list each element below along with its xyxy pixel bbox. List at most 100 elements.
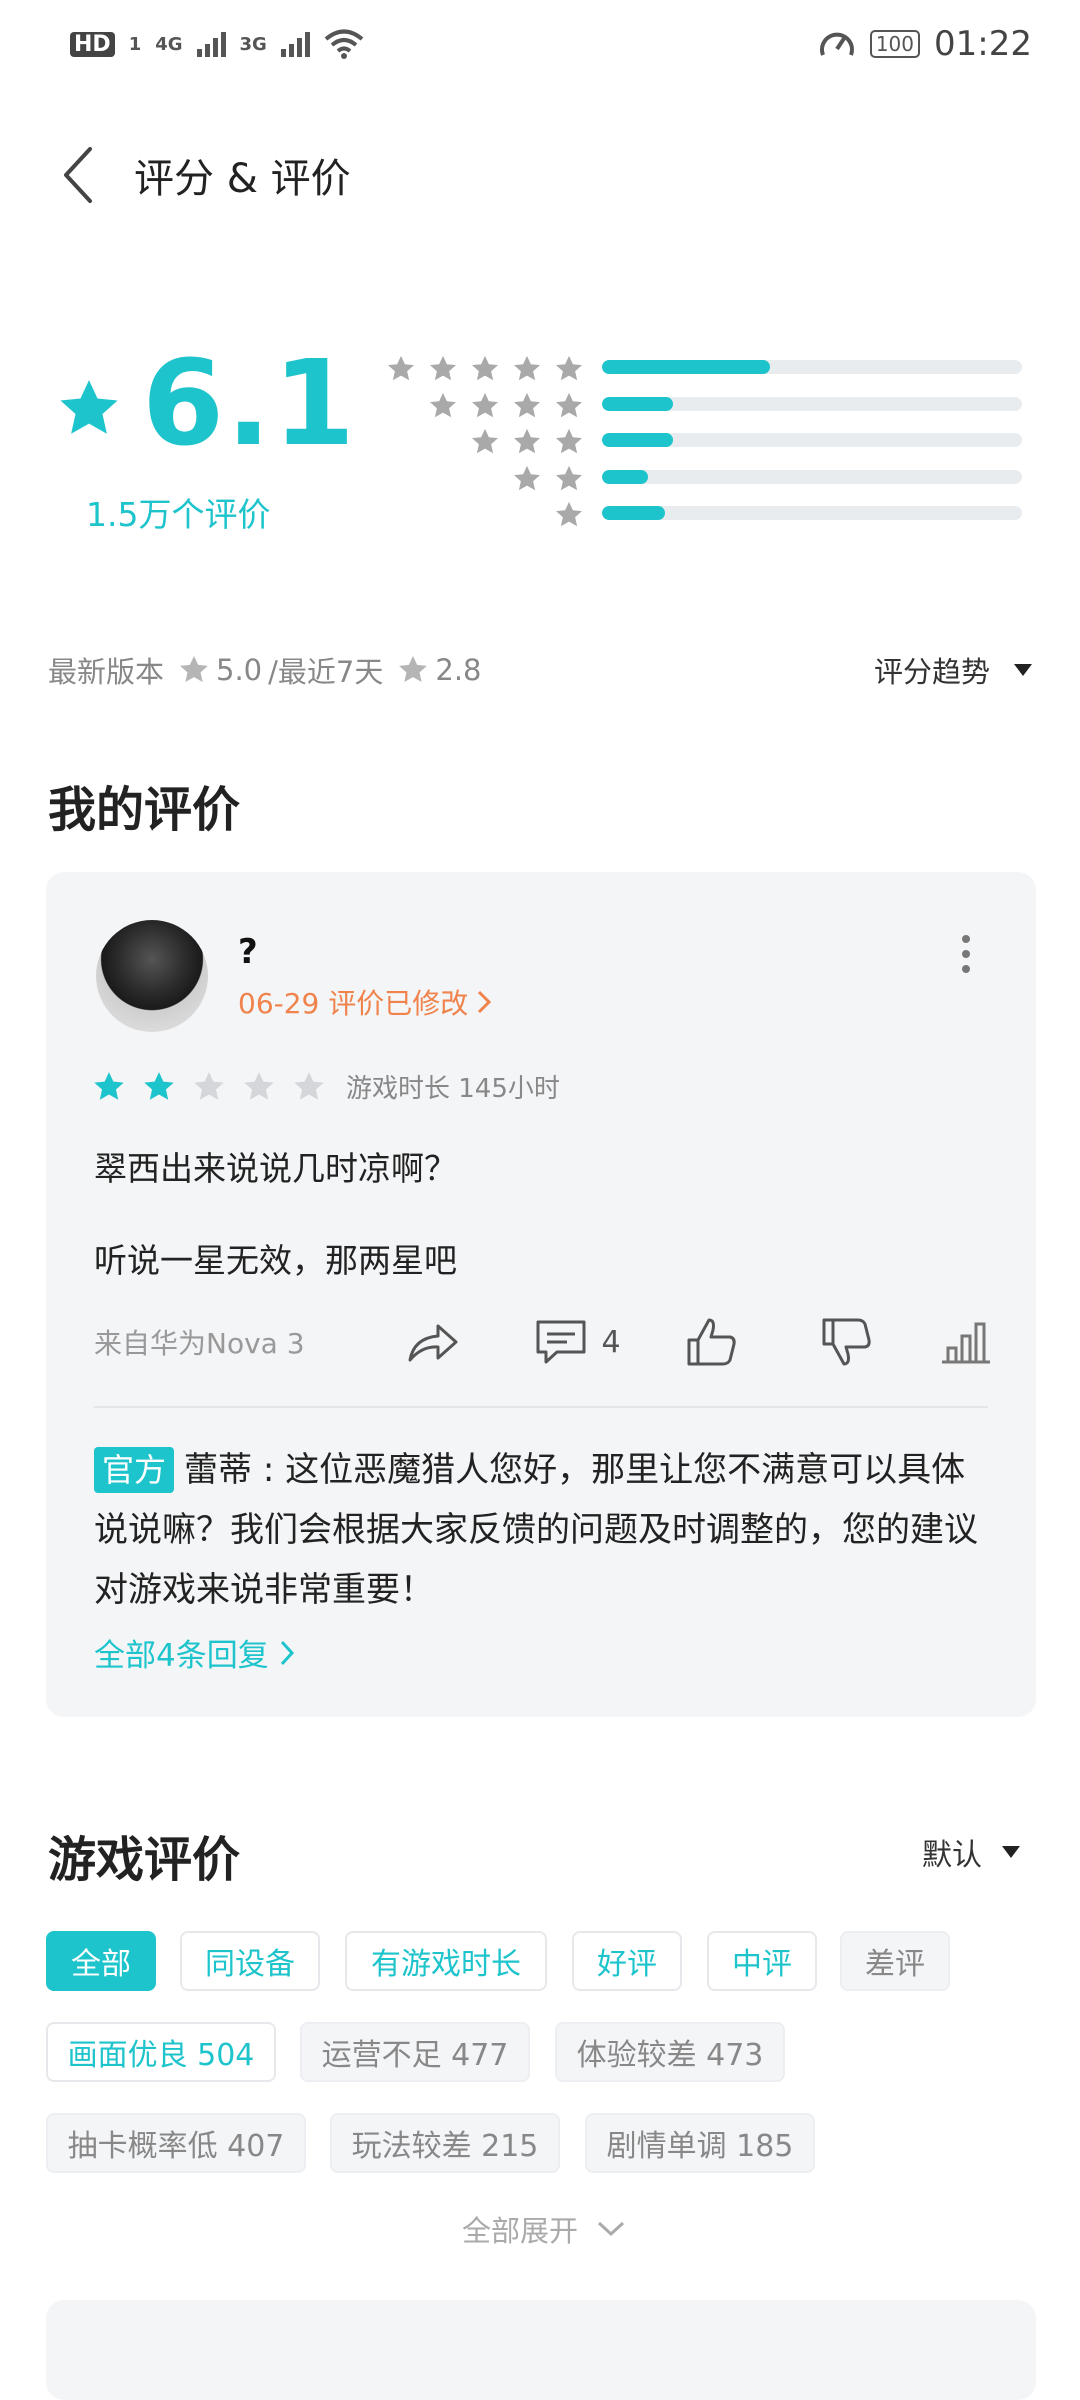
filter-chip-same-device[interactable]: 同设备 [180, 1931, 320, 1991]
back-arrow-icon[interactable] [60, 140, 110, 210]
rating-trend-label: 评分趋势 [873, 655, 990, 689]
expand-all-label: 全部展开 [462, 2214, 579, 2248]
chevron-down-icon [598, 2221, 625, 2237]
distribution-bar-fill [602, 433, 674, 447]
expand-all-button[interactable]: 全部展开 [462, 2208, 626, 2250]
distribution-bar-fill [602, 506, 665, 520]
star-icon [472, 392, 498, 417]
share-icon [408, 1324, 458, 1362]
star-icon [556, 465, 582, 490]
tag-chip[interactable]: 体验较差 473 [555, 2022, 785, 2082]
distribution-bar-track [602, 396, 1022, 411]
distribution-stars [554, 500, 584, 530]
star-icon [472, 355, 498, 381]
official-reply: 官方 蕾蒂 : 这位恶魔猎人您好，那里让您不满意可以具体说说嘛？我们会根据大家反馈… [94, 1440, 994, 1620]
distribution-stars [512, 464, 584, 494]
review-text-line-2: 听说一星无效，那两星吧 [94, 1241, 457, 1280]
star-icon [94, 1071, 124, 1100]
user-star-rating: 游戏时长 145小时 [92, 1068, 560, 1105]
star-icon [514, 465, 540, 490]
dislike-button[interactable] [818, 1314, 938, 1370]
star-icon [514, 428, 540, 454]
star-icon [388, 355, 414, 381]
distribution-row [380, 460, 1030, 497]
status-bar: HD 1 4G 3G 100 01:22 [0, 0, 1080, 88]
recent-score: 2.8 [435, 653, 482, 687]
star-icon [514, 392, 540, 417]
bar-chart-icon [942, 1322, 991, 1364]
filter-chip-all[interactable]: 全部 [46, 1931, 156, 1991]
clock: 01:22 [934, 24, 1032, 64]
filter-chip-negative[interactable]: 差评 [840, 1931, 950, 1991]
speed-icon [819, 32, 854, 56]
rating-trend-dropdown[interactable]: 评分趋势 [874, 649, 1032, 691]
filter-chip-neutral[interactable]: 中评 [707, 1931, 817, 1991]
star-icon [556, 355, 582, 381]
version-rating-row: 最新版本 5.0 /最近7天 2.8 评分趋势 [48, 645, 1032, 695]
avatar[interactable] [96, 920, 208, 1032]
filter-chip-has-playtime[interactable]: 有游戏时长 [345, 1931, 547, 1991]
latest-version-score: 5.0 [216, 653, 263, 687]
distribution-row [380, 423, 1030, 460]
thumbs-down-icon [822, 1318, 871, 1366]
filter-chip-positive[interactable]: 好评 [572, 1931, 682, 1991]
all-replies-label: 全部4条回复 [94, 1638, 269, 1674]
distribution-stars [428, 391, 584, 421]
distribution-bar-track [602, 360, 1022, 374]
caret-down-icon [1014, 664, 1032, 676]
tag-chip[interactable]: 运营不足 477 [300, 2022, 530, 2082]
comment-button[interactable]: 4 [533, 1314, 683, 1370]
star-icon [556, 501, 582, 527]
distribution-row [380, 496, 1030, 533]
network-type-2: 3G [239, 33, 267, 55]
comment-icon [536, 1320, 586, 1364]
tag-chip[interactable]: 玩法较差 215 [330, 2113, 560, 2173]
official-reply-text: 蕾蒂 : 这位恶魔猎人您好，那里让您不满意可以具体说说嘛？我们会根据大家反馈的问… [94, 1450, 978, 1610]
device-source: 来自华为Nova 3 [94, 1327, 305, 1360]
official-badge: 官方 [94, 1447, 175, 1493]
distribution-bar-track [602, 469, 1022, 484]
review-modified-link[interactable]: 06-29 评价已修改 [238, 982, 492, 1022]
user-name[interactable]: ? [238, 932, 258, 972]
distribution-bar-fill [602, 469, 649, 484]
distribution-bar-fill [602, 360, 770, 374]
review-date: 06-29 评价已修改 [238, 987, 469, 1020]
signal-icon-2 [280, 31, 310, 57]
sim-indicator: 1 [128, 33, 142, 55]
distribution-stars [386, 354, 584, 384]
distribution-stars [470, 427, 584, 457]
battery-icon: 100 [869, 30, 921, 58]
wifi-icon [324, 29, 364, 59]
like-button[interactable] [683, 1314, 818, 1370]
chevron-right-icon [280, 1640, 294, 1665]
share-button[interactable] [404, 1314, 534, 1370]
hd-icon: HD [70, 31, 115, 57]
tag-chip[interactable]: 抽卡概率低 407 [46, 2113, 306, 2173]
my-review-title: 我的评价 [48, 782, 241, 838]
review-card-next [46, 2300, 1036, 2400]
thumbs-up-icon [687, 1318, 736, 1366]
all-replies-link[interactable]: 全部4条回复 [94, 1630, 295, 1675]
sort-label: 默认 [922, 1838, 982, 1873]
rating-count: 1.5万个评价 [86, 495, 271, 534]
star-icon [430, 355, 456, 381]
caret-down-icon [1002, 1846, 1020, 1858]
distribution-row [380, 350, 1030, 387]
comment-count: 4 [601, 1324, 621, 1360]
rating-summary: 6.1 1.5万个评价 [0, 334, 1080, 560]
star-icon [60, 380, 118, 434]
star-icon [144, 1071, 174, 1100]
star-icon [244, 1071, 274, 1100]
sort-dropdown[interactable]: 默认 [922, 1830, 1020, 1874]
top-bar: 评分 & 评价 [0, 130, 1080, 220]
stats-button[interactable] [938, 1314, 994, 1370]
review-actions-row: 来自华为Nova 3 4 [94, 1312, 994, 1372]
recent-label: /最近7天 [268, 655, 384, 689]
more-options-icon[interactable] [956, 934, 976, 974]
game-reviews-title: 游戏评价 [48, 1832, 241, 1888]
star-icon [194, 1071, 224, 1100]
tag-chip[interactable]: 剧情单调 185 [585, 2113, 815, 2173]
star-icon [556, 428, 582, 454]
tag-chip[interactable]: 画面优良 504 [46, 2022, 276, 2082]
rating-distribution [380, 350, 1030, 533]
